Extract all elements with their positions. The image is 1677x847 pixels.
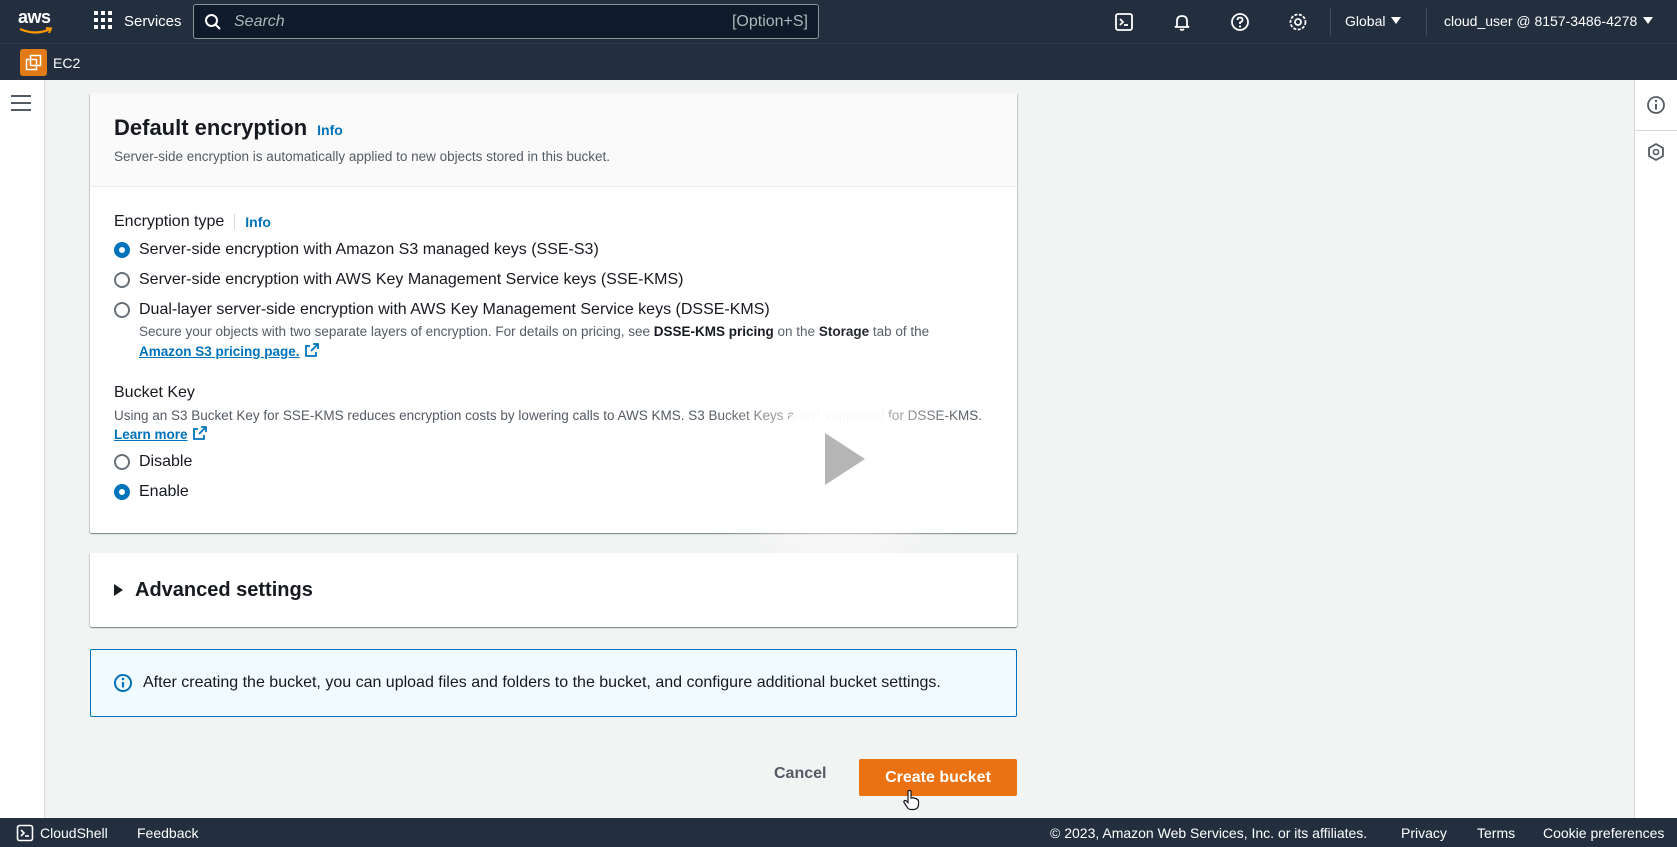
services-label: Services [124, 12, 182, 30]
desc-text: Secure your objects with two separate la… [139, 324, 654, 339]
left-navigation-rail [0, 80, 45, 818]
ec2-service-link[interactable]: EC2 [53, 55, 80, 71]
bucket-key-text: Bucket Key [114, 384, 195, 401]
info-alert: After creating the bucket, you can uploa… [90, 649, 1017, 717]
account-label: cloud_user @ 8157-3486-4278 [1444, 13, 1638, 29]
alert-text: After creating the bucket, you can uploa… [143, 674, 941, 691]
panel-description: Server-side encryption is automatically … [114, 149, 610, 164]
aws-smile-icon [19, 27, 53, 34]
cloudshell-label: CloudShell [40, 825, 108, 841]
nav-divider [1426, 8, 1427, 36]
info-panel-icon[interactable] [1645, 94, 1667, 116]
info-link[interactable]: Info [317, 122, 343, 138]
radio-button[interactable] [114, 302, 130, 318]
radio-sse-kms[interactable]: Server-side encryption with AWS Key Mana… [114, 271, 993, 289]
advanced-settings-title: Advanced settings [135, 578, 313, 601]
encryption-type-text: Encryption type [114, 213, 225, 230]
advanced-settings-expander[interactable]: Advanced settings [90, 553, 1017, 627]
panel-header: Default encryption Info Server-side encr… [90, 93, 1017, 187]
create-bucket-button[interactable]: Create bucket [859, 759, 1017, 796]
radio-label: Enable [139, 483, 189, 500]
ec2-service-icon[interactable] [20, 49, 47, 76]
search-icon [205, 13, 221, 30]
external-link-icon [192, 426, 207, 440]
bell-icon[interactable] [1170, 10, 1194, 34]
menu-icon[interactable] [11, 95, 31, 111]
dsse-kms-description: Secure your objects with two separate la… [139, 322, 993, 362]
services-menu-button[interactable]: Services [94, 11, 182, 31]
aws-logo[interactable]: aws [18, 7, 56, 37]
play-icon [825, 433, 865, 485]
info-icon [114, 674, 132, 692]
cloudshell-icon [16, 824, 34, 842]
rail-divider [1635, 130, 1677, 131]
privacy-link[interactable]: Privacy [1401, 825, 1447, 841]
cloudshell-button[interactable]: CloudShell [16, 824, 108, 842]
desc-bold: DSSE-KMS pricing [653, 324, 774, 339]
cloudshell-icon[interactable] [1112, 10, 1136, 34]
desc-bold: Storage [818, 324, 870, 339]
search-input[interactable] [234, 12, 704, 31]
gear-icon[interactable] [1286, 10, 1310, 34]
footer: CloudShell Feedback © 2023, Amazon Web S… [0, 818, 1677, 847]
hexagon-icon[interactable] [1645, 141, 1667, 163]
video-play-button[interactable] [775, 394, 905, 524]
encryption-type-label: Encryption type Info [114, 213, 993, 231]
s3-pricing-link[interactable]: Amazon S3 pricing page. [139, 344, 300, 359]
right-tools-rail [1634, 80, 1677, 818]
learn-more-link[interactable]: Learn more [114, 427, 188, 442]
radio-button[interactable] [114, 484, 130, 500]
encryption-type-info-link[interactable]: Info [245, 214, 271, 230]
region-selector[interactable]: Global [1345, 13, 1402, 29]
aws-logo-text: aws [18, 7, 51, 27]
radio-dsse-kms[interactable]: Dual-layer server-side encryption with A… [114, 301, 993, 319]
region-label: Global [1345, 13, 1386, 29]
service-favorites-bar: EC2 [0, 43, 1677, 80]
copyright-text: © 2023, Amazon Web Services, Inc. or its… [1050, 825, 1368, 841]
radio-label: Server-side encryption with AWS Key Mana… [139, 271, 684, 288]
account-menu[interactable]: cloud_user @ 8157-3486-4278 [1444, 13, 1654, 29]
radio-label: Disable [139, 453, 193, 470]
desc-text: tab of the [869, 324, 930, 339]
nav-divider [1330, 8, 1331, 36]
hand-cursor-icon [903, 789, 920, 811]
caret-down-icon [1391, 17, 1402, 24]
help-icon[interactable] [1228, 10, 1252, 34]
search-bar[interactable]: [Option+S] [193, 4, 819, 39]
external-link-icon [304, 343, 319, 357]
desc-text: on the [773, 324, 819, 339]
caret-down-icon [1643, 17, 1654, 24]
search-shortcut-hint: [Option+S] [731, 12, 808, 30]
grid-icon [94, 11, 114, 31]
label-separator [234, 214, 236, 230]
cancel-button[interactable]: Cancel [764, 760, 836, 788]
caret-right-icon [114, 584, 123, 596]
panel-title: Default encryption Info [114, 115, 993, 141]
radio-button[interactable] [114, 272, 130, 288]
default-encryption-title: Default encryption [114, 115, 308, 140]
cookie-preferences-link[interactable]: Cookie preferences [1543, 825, 1664, 841]
radio-sse-s3[interactable]: Server-side encryption with Amazon S3 ma… [114, 241, 993, 259]
top-navigation: aws Services [Option+S] Global cloud_use… [0, 0, 1677, 43]
terms-link[interactable]: Terms [1477, 825, 1515, 841]
radio-label: Dual-layer server-side encryption with A… [139, 301, 770, 318]
radio-label: Server-side encryption with Amazon S3 ma… [139, 241, 599, 258]
radio-button[interactable] [114, 242, 130, 258]
feedback-link[interactable]: Feedback [137, 825, 198, 841]
radio-button[interactable] [114, 454, 130, 470]
